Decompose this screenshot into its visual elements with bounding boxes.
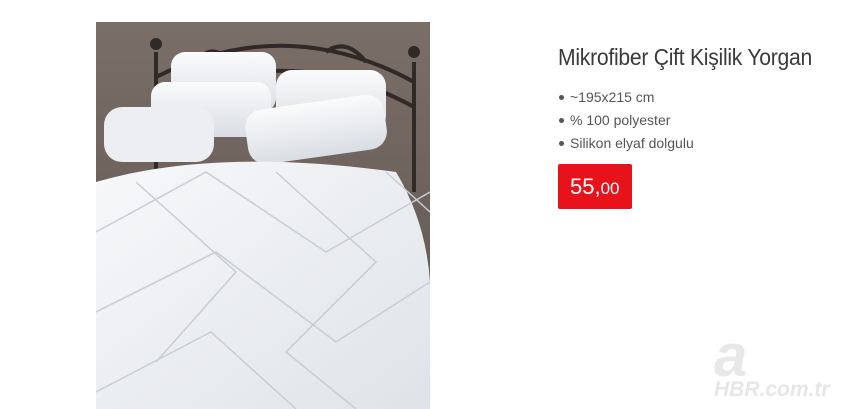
price-cents: 00 (600, 179, 620, 198)
feature-list: ~195x215 cm % 100 polyester Silikon elya… (558, 86, 853, 155)
bullet-icon (559, 118, 564, 123)
product-title: Mikrofiber Çift Kişilik Yorgan (558, 44, 812, 70)
feature-text: Silikon elyaf dolgulu (570, 135, 694, 151)
feature-item: Silikon elyaf dolgulu (558, 132, 853, 155)
hbr-watermark-logo: a HBR.com.tr (700, 322, 850, 402)
price-badge: 55,00 (558, 164, 632, 209)
feature-item: % 100 polyester (558, 109, 853, 132)
bullet-icon (559, 95, 564, 100)
feature-text: % 100 polyester (570, 112, 671, 128)
product-details: Mikrofiber Çift Kişilik Yorgan ~195x215 … (558, 42, 853, 209)
feature-item: ~195x215 cm (558, 86, 853, 109)
watermark-text: HBR.com.tr (714, 378, 831, 401)
product-image (96, 22, 430, 409)
feature-text: ~195x215 cm (570, 89, 655, 105)
bullet-icon (559, 141, 564, 146)
price-main: 55, (570, 174, 601, 199)
